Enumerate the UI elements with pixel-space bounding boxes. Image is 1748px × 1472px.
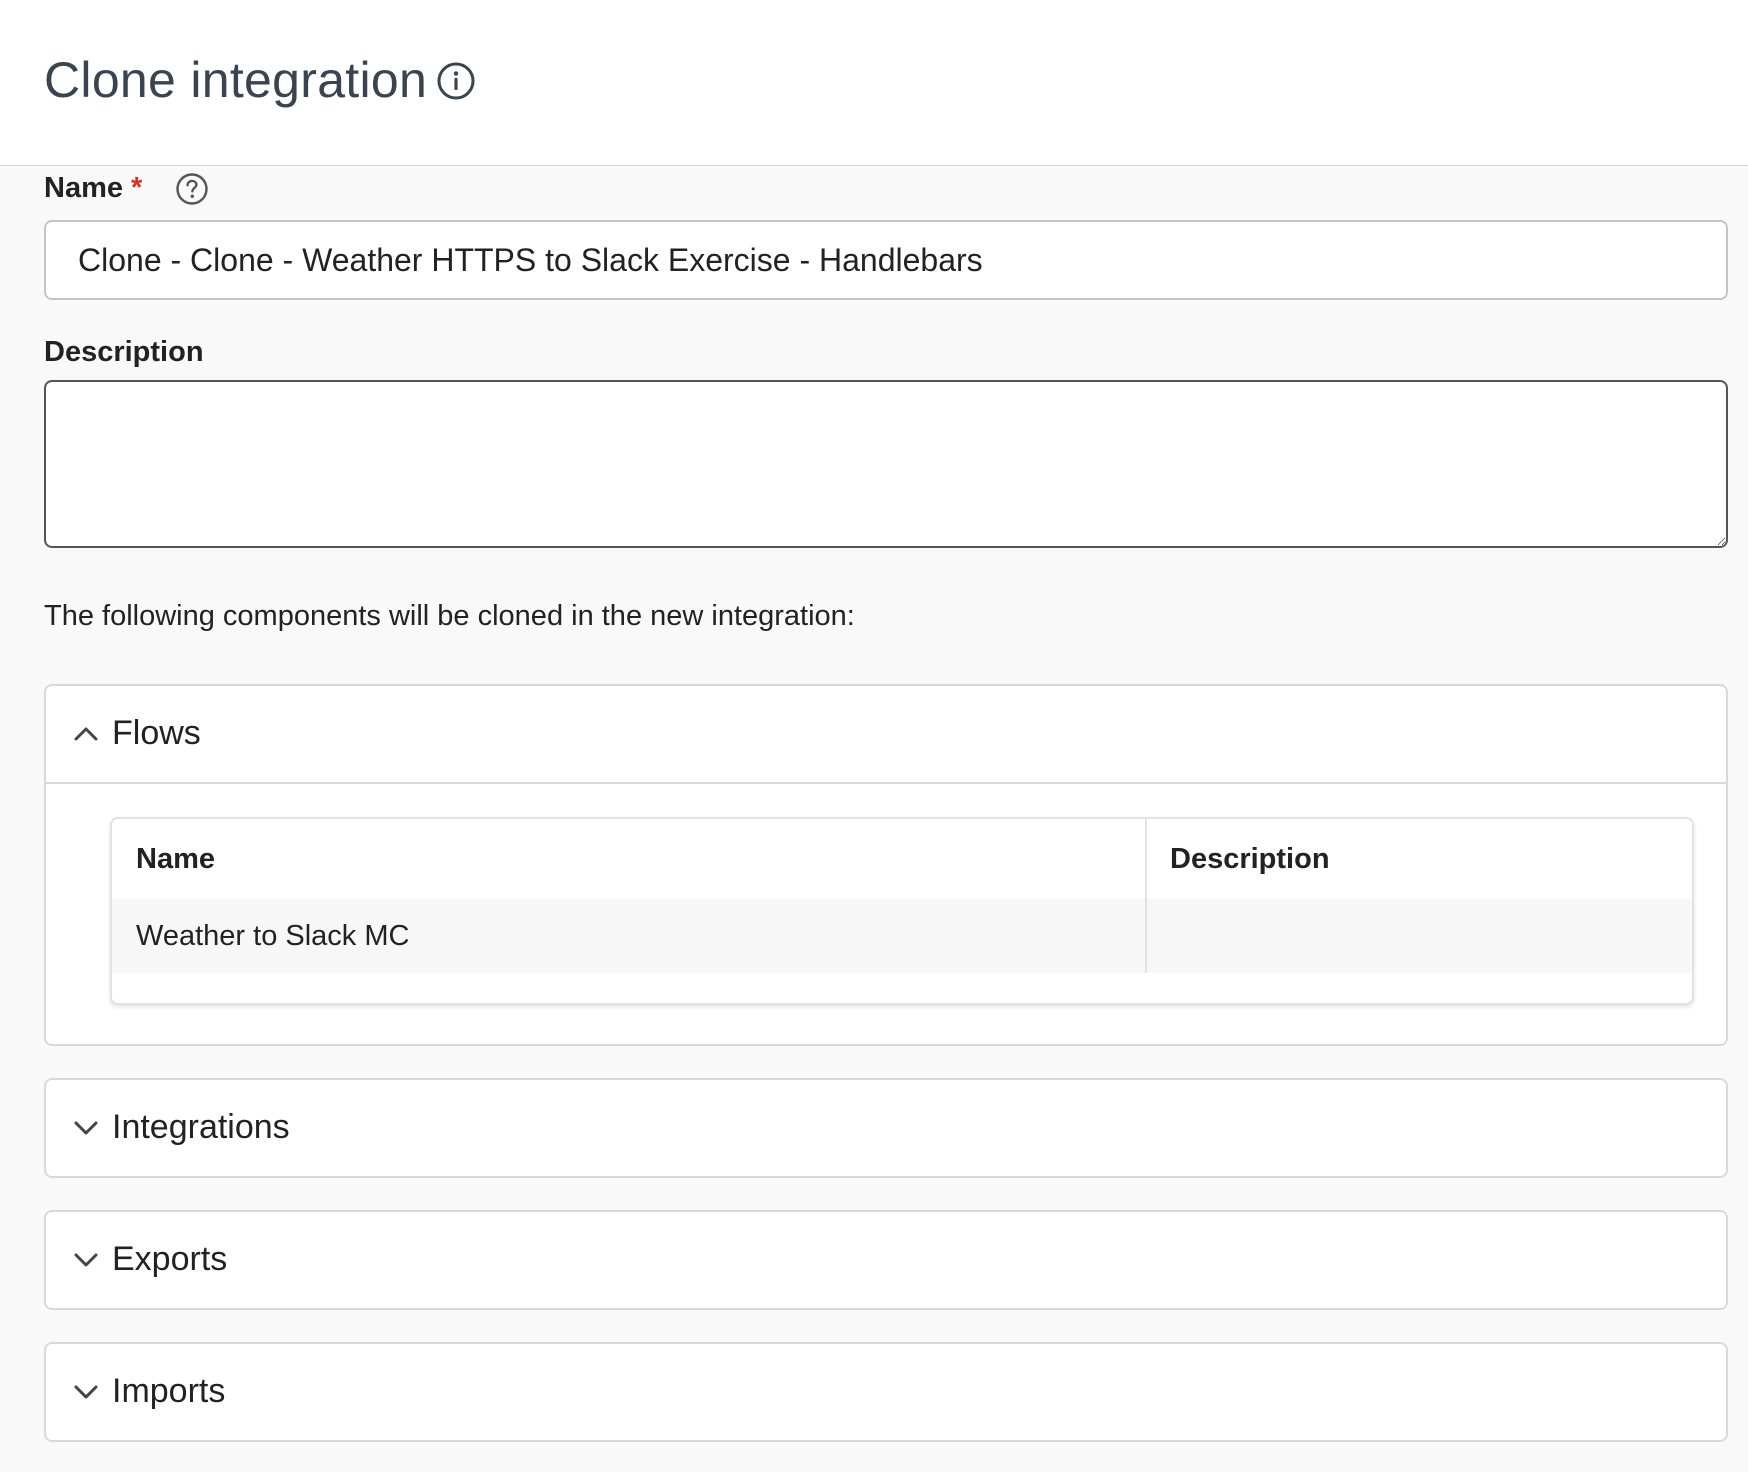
required-indicator: * [131,172,143,204]
flows-panel-title: Flows [112,714,201,752]
page-header: Clone integration [0,0,1748,166]
table-header-row: Name Description [112,819,1692,901]
flows-panel-header[interactable]: Flows [46,686,1726,784]
exports-panel-header[interactable]: Exports [46,1212,1726,1308]
imports-panel: Imports [44,1342,1728,1442]
description-textarea[interactable] [44,380,1728,548]
page-title: Clone integration [44,52,428,108]
name-input[interactable] [44,220,1728,300]
name-label: Name [44,172,123,204]
imports-panel-title: Imports [112,1372,226,1410]
integrations-panel-title: Integrations [112,1108,290,1146]
info-icon[interactable] [436,61,476,101]
column-header-description: Description [1170,843,1330,875]
flows-panel: Flows Name Description Weather to Slack … [44,684,1728,1046]
flows-table: Name Description Weather to Slack MC [110,817,1694,1005]
question-circle-icon[interactable] [175,172,209,206]
imports-panel-header[interactable]: Imports [46,1344,1726,1440]
table-row: Weather to Slack MC [112,899,1692,973]
column-header-name: Name [136,843,215,875]
chevron-down-icon [74,1121,98,1135]
chevron-down-icon [74,1253,98,1267]
table-cell-name: Weather to Slack MC [136,920,410,952]
integrations-panel-header[interactable]: Integrations [46,1080,1726,1176]
description-label: Description [44,336,204,368]
chevron-down-icon [74,1385,98,1399]
exports-panel-title: Exports [112,1240,228,1278]
components-intro-text: The following components will be cloned … [44,600,855,632]
column-divider [1145,819,1147,973]
integrations-panel: Integrations [44,1078,1728,1178]
exports-panel: Exports [44,1210,1728,1310]
chevron-up-icon [74,727,98,741]
